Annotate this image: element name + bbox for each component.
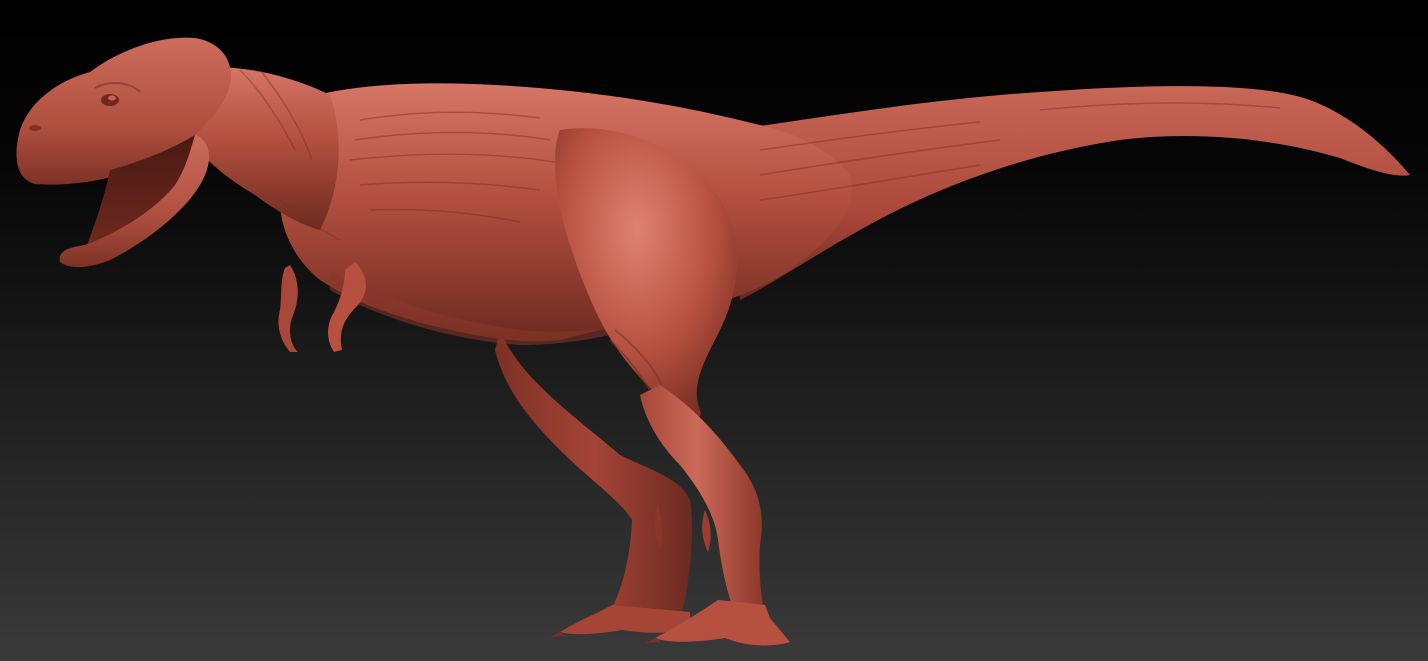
3d-viewport[interactable] <box>0 0 1428 661</box>
t-rex-model[interactable] <box>0 0 1428 661</box>
head <box>16 37 231 268</box>
